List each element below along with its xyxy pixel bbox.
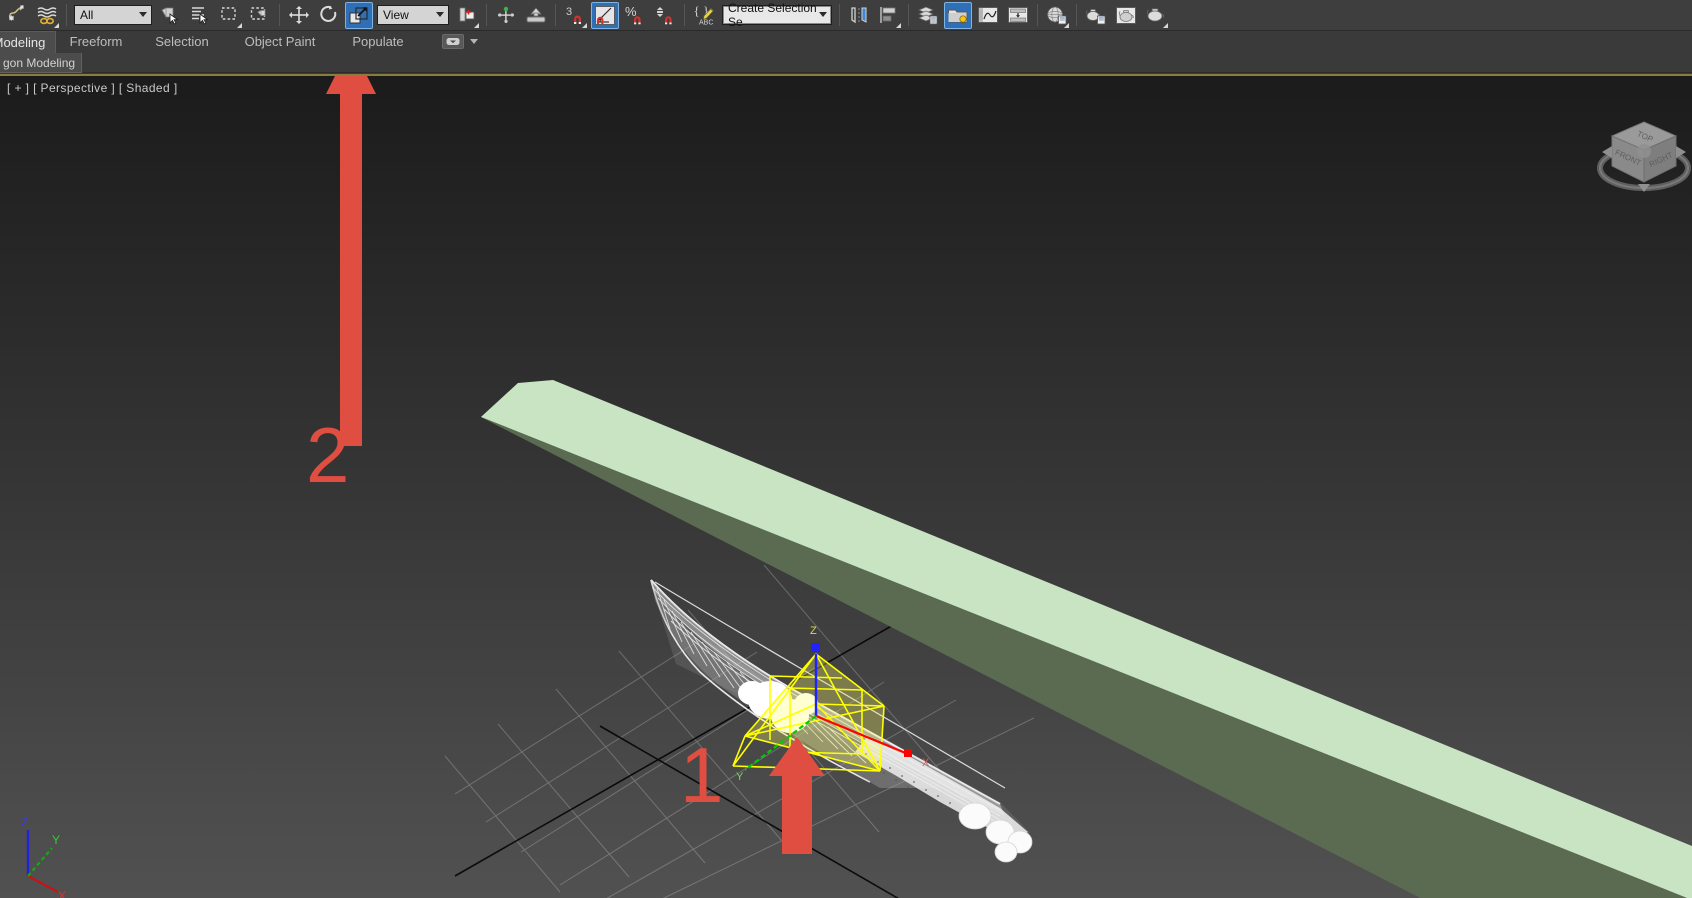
viewcube[interactable]: TOP FRONT RIGHT — [1597, 121, 1691, 192]
annotation-number-2: 2 — [306, 411, 350, 499]
gizmo-y-label: Y — [736, 771, 744, 783]
annotation-arrow-2 — [326, 76, 376, 446]
annotation-number-1: 1 — [680, 731, 724, 819]
toolbar-separator — [555, 4, 556, 26]
selection-filter-value: All — [80, 8, 94, 22]
chevron-down-icon — [436, 12, 444, 17]
tab-modeling[interactable]: Modeling — [0, 31, 56, 53]
toolbar-separator — [279, 4, 280, 26]
tripod-z-label: Z — [21, 815, 28, 829]
select-object-icon[interactable] — [156, 2, 184, 29]
keyboard-shortcut-override-icon[interactable] — [522, 2, 550, 29]
ribbon-tab-bar: Modeling Freeform Selection Object Paint… — [0, 31, 1692, 53]
snaps-toggle-icon[interactable]: 3 — [561, 2, 589, 29]
use-pivot-point-center-icon[interactable] — [453, 2, 481, 29]
tab-selection[interactable]: Selection — [144, 31, 220, 53]
3ds-max-window: All View 3 % {} ABC Create Selection Se… — [0, 0, 1692, 898]
window-crossing-icon[interactable] — [246, 2, 274, 29]
select-by-name-icon[interactable] — [186, 2, 214, 29]
layer-explorer-icon[interactable] — [914, 2, 942, 29]
reference-coordinate-system-combo[interactable]: View — [377, 5, 449, 25]
tab-object-paint[interactable]: Object Paint — [232, 31, 328, 53]
viewport-scene: Z X Y Z X Y TOP FRONT RIGHT — [21, 76, 1692, 898]
axis-tripod: Z X Y — [21, 815, 66, 898]
polygon-modeling-panel-label[interactable]: gon Modeling — [0, 53, 83, 73]
rendered-frame-window-icon[interactable] — [1112, 2, 1140, 29]
toolbar-separator — [684, 4, 685, 26]
schematic-view-icon[interactable] — [1004, 2, 1032, 29]
svg-text:ABC: ABC — [699, 19, 713, 26]
tripod-y-label: Y — [52, 833, 60, 847]
select-and-link-icon[interactable] — [33, 2, 61, 29]
chevron-down-icon — [819, 12, 827, 17]
gizmo-z-label: Z — [810, 625, 817, 637]
x-axis-handle[interactable] — [904, 749, 912, 757]
undo-scene-operation-icon[interactable] — [3, 2, 31, 29]
select-and-uniform-scale-icon[interactable] — [345, 1, 373, 29]
render-production-icon[interactable] — [1142, 2, 1170, 29]
z-axis-handle[interactable] — [811, 643, 820, 652]
select-and-move-icon[interactable] — [285, 2, 313, 29]
render-setup-icon[interactable] — [1082, 2, 1110, 29]
toolbar-separator — [66, 4, 67, 26]
perspective-viewport[interactable]: [ + ] [ Perspective ] [ Shaded ] Z X Y Z… — [0, 74, 1692, 898]
mirror-icon[interactable] — [845, 2, 873, 29]
ribbon-display-options-icon[interactable] — [442, 34, 464, 49]
angle-snap-toggle-icon[interactable] — [591, 1, 619, 29]
material-editor-icon[interactable] — [1043, 2, 1071, 29]
rectangular-selection-region-icon[interactable] — [216, 2, 244, 29]
align-icon[interactable] — [875, 2, 903, 29]
selection-filter-combo[interactable]: All — [74, 5, 152, 25]
gizmo-x-label: X — [922, 757, 930, 769]
select-and-rotate-icon[interactable] — [315, 2, 343, 29]
ribbon-panel-row: gon Modeling — [0, 53, 1692, 73]
coordinate-system-value: View — [383, 8, 409, 22]
toolbar-separator — [1037, 4, 1038, 26]
svg-text:%: % — [625, 5, 637, 19]
percent-snap-toggle-icon[interactable]: % — [621, 2, 649, 29]
chevron-down-icon — [139, 12, 147, 17]
named-selection-sets-value: Create Selection Se — [728, 1, 817, 29]
tab-populate[interactable]: Populate — [340, 31, 416, 53]
toolbar-separator — [1076, 4, 1077, 26]
spinner-snap-toggle-icon[interactable] — [651, 2, 679, 29]
tab-freeform[interactable]: Freeform — [60, 31, 132, 53]
select-and-manipulate-icon[interactable] — [492, 2, 520, 29]
toolbar-separator — [486, 4, 487, 26]
toolbar-separator — [839, 4, 840, 26]
scene-explorer-icon[interactable] — [944, 1, 972, 29]
svg-text:3: 3 — [566, 6, 572, 18]
ribbon-overflow-chevron-icon[interactable] — [470, 39, 478, 44]
viewport-label[interactable]: [ + ] [ Perspective ] [ Shaded ] — [7, 81, 178, 95]
curve-editor-icon[interactable] — [974, 2, 1002, 29]
named-selection-sets-combo[interactable]: Create Selection Se — [722, 1, 832, 29]
tripod-x-label: X — [58, 889, 66, 898]
edit-named-selection-sets-icon[interactable]: { } ABC — [690, 2, 718, 29]
main-toolbar: All View 3 % {} ABC Create Selection Se — [0, 0, 1692, 31]
toolbar-separator — [908, 4, 909, 26]
